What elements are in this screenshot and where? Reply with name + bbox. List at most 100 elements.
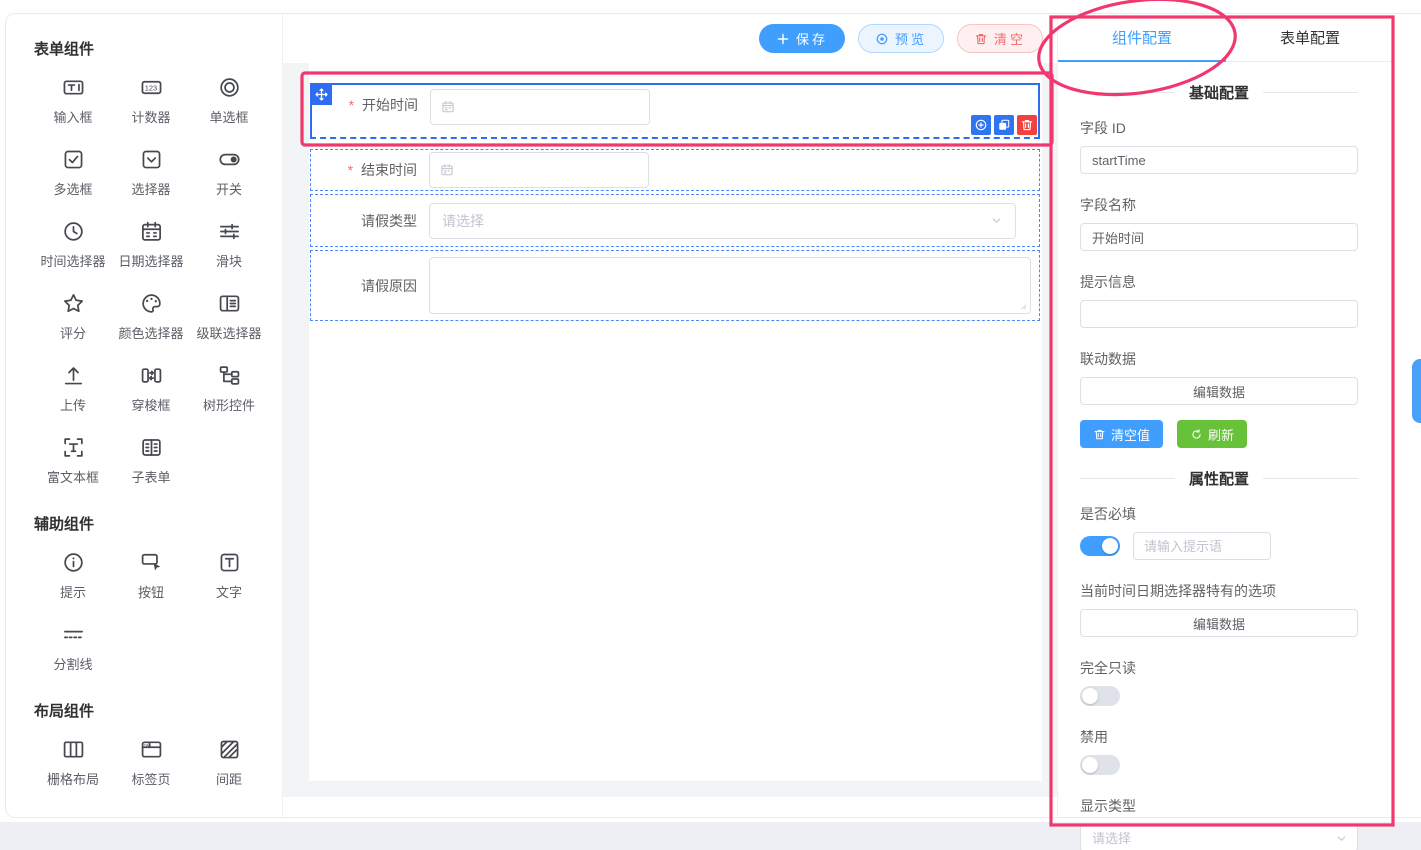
select-placeholder: 请选择	[442, 211, 484, 231]
sidebar-item-label: 上传	[60, 395, 86, 414]
edit-linkage-data-button[interactable]: 编辑数据	[1080, 377, 1358, 405]
svg-text:123: 123	[144, 84, 156, 93]
sidebar-item-transfer[interactable]: 穿梭框	[112, 351, 190, 423]
sidebar-group-grid: 提示 按钮文字分割线	[34, 538, 268, 682]
form-canvas[interactable]: 开始时间	[309, 63, 1042, 781]
canvas-toolbar: 保存 预览 清空	[283, 14, 1057, 63]
sidebar-item-rate[interactable]: 评分	[34, 279, 112, 351]
datetime-options-label: 当前时间日期选择器特有的选项	[1080, 581, 1358, 601]
required-hint-input[interactable]	[1133, 532, 1271, 560]
field-id-label: 字段 ID	[1080, 118, 1358, 138]
display-type-label: 显示类型	[1080, 796, 1358, 816]
sidebar-item-date-picker[interactable]: 日期选择器	[112, 207, 190, 279]
sidebar-item-sub-form[interactable]: 子表单	[112, 423, 190, 495]
preview-button[interactable]: 预览	[858, 24, 944, 53]
trash-icon	[1020, 118, 1034, 132]
sidebar-item-time-picker[interactable]: 时间选择器	[34, 207, 112, 279]
transfer-icon	[140, 364, 163, 387]
sidebar-item-label: 开关	[216, 179, 242, 198]
sidebar-item-text[interactable]: 文字	[190, 538, 268, 610]
sidebar-item-spacing[interactable]: 间距	[190, 725, 268, 797]
display-type-select[interactable]	[1080, 824, 1358, 850]
clear-value-button[interactable]: 清空值	[1080, 420, 1163, 448]
sidebar-item-label: 提示	[60, 582, 86, 601]
required-toggle[interactable]	[1080, 536, 1120, 556]
sidebar-item-button[interactable]: 按钮	[112, 538, 190, 610]
canvas-field-start-time[interactable]: 开始时间	[310, 83, 1040, 139]
sidebar-item-upload[interactable]: 上传	[34, 351, 112, 423]
plus-icon	[776, 32, 790, 46]
selected-field-actions	[971, 115, 1037, 135]
sidebar-item-tip[interactable]: 提示	[34, 538, 112, 610]
sidebar-item-radio[interactable]: 单选框	[190, 63, 268, 135]
section-basic-config: 基础配置	[1080, 82, 1358, 103]
sidebar-item-label: 分割线	[53, 654, 92, 673]
sidebar-item-switch[interactable]: 开关	[190, 135, 268, 207]
leave-reason-textarea[interactable]	[429, 257, 1031, 314]
tab-component-config[interactable]: 组件配置	[1058, 14, 1226, 61]
calendar-icon	[440, 163, 454, 177]
sidebar-item-rich-text[interactable]: 富文本框	[34, 423, 112, 495]
section-attr-config: 属性配置	[1080, 468, 1358, 489]
sidebar-item-color-picker[interactable]: 颜色选择器	[112, 279, 190, 351]
tip-icon	[62, 551, 85, 574]
sidebar-item-counter[interactable]: 123计数器	[112, 63, 190, 135]
leave-type-select[interactable]: 请选择	[429, 203, 1016, 239]
clear-button-label: 清空	[994, 29, 1026, 48]
start-time-date-input[interactable]	[430, 89, 650, 125]
sidebar-item-label: 评分	[60, 323, 86, 342]
sidebar-item-slider[interactable]: 滑块	[190, 207, 268, 279]
sidebar-item-label: 时间选择器	[40, 251, 105, 270]
config-panel: 组件配置 表单配置 基础配置 字段 ID 字段名称 提示信息 联动数据 编辑数据…	[1057, 14, 1394, 817]
trash-icon	[1093, 428, 1106, 441]
field-id-input[interactable]	[1080, 146, 1358, 174]
tip-info-input[interactable]	[1080, 300, 1358, 328]
readonly-label: 完全只读	[1080, 658, 1358, 678]
sidebar-group-title: 布局组件	[34, 700, 268, 721]
tab-form-config[interactable]: 表单配置	[1226, 14, 1394, 61]
plus-circle-icon	[974, 118, 988, 132]
sub-form-icon	[140, 436, 163, 459]
sidebar-item-label: 富文本框	[47, 467, 99, 486]
disabled-toggle[interactable]	[1080, 755, 1120, 775]
select-icon	[140, 148, 163, 171]
divider-icon	[62, 623, 85, 646]
end-time-date-input[interactable]	[429, 152, 649, 188]
readonly-toggle[interactable]	[1080, 686, 1120, 706]
refresh-button[interactable]: 刷新	[1177, 420, 1247, 448]
canvas-field-end-time[interactable]: 结束时间	[310, 149, 1040, 191]
sidebar-group-grid: 栅格布局TAB标签页间距	[34, 725, 268, 797]
preview-button-label: 预览	[895, 29, 927, 48]
sidebar-item-tree[interactable]: 树形控件	[190, 351, 268, 423]
sidebar-item-label: 标签页	[131, 769, 170, 788]
sidebar-item-label: 树形控件	[203, 395, 255, 414]
move-icon	[314, 87, 329, 102]
copy-field-button[interactable]	[994, 115, 1014, 135]
button-icon	[140, 551, 163, 574]
sidebar-group-grid: 输入框123计数器单选框多选框选择器开关时间选择器日期选择器滑块评分 颜色选择器级…	[34, 63, 268, 495]
copy-icon	[997, 118, 1011, 132]
clear-button[interactable]: 清空	[957, 24, 1043, 53]
sidebar-item-checkbox[interactable]: 多选框	[34, 135, 112, 207]
drag-handle[interactable]	[310, 83, 332, 105]
sidebar-item-input[interactable]: 输入框	[34, 63, 112, 135]
field-name-input[interactable]	[1080, 223, 1358, 251]
sidebar-item-select[interactable]: 选择器	[112, 135, 190, 207]
sidebar-item-label: 单选框	[209, 107, 248, 126]
chevron-down-icon	[1335, 832, 1348, 845]
sidebar-item-cascader[interactable]: 级联选择器	[190, 279, 268, 351]
color-picker-icon	[140, 292, 163, 315]
delete-field-button[interactable]	[1017, 115, 1037, 135]
sidebar-item-divider[interactable]: 分割线	[34, 610, 112, 682]
canvas-field-leave-type[interactable]: 请假类型 请选择	[310, 194, 1040, 247]
tree-icon	[218, 364, 241, 387]
resize-grip-icon[interactable]	[1016, 299, 1028, 311]
trash-icon	[974, 32, 988, 46]
sidebar-item-tabs[interactable]: TAB标签页	[112, 725, 190, 797]
canvas-field-leave-reason[interactable]: 请假原因	[310, 250, 1040, 321]
sidebar-item-grid-layout[interactable]: 栅格布局	[34, 725, 112, 797]
drawer-edge-handle[interactable]	[1412, 359, 1421, 423]
add-field-button[interactable]	[971, 115, 991, 135]
edit-datetime-options-button[interactable]: 编辑数据	[1080, 609, 1358, 637]
save-button[interactable]: 保存	[759, 24, 845, 53]
